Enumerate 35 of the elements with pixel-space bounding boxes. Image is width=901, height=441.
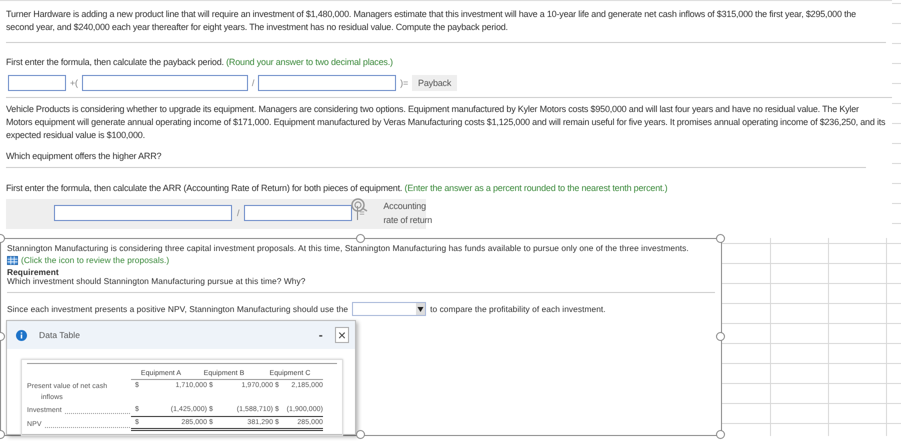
input-field[interactable] xyxy=(258,75,396,91)
info-icon xyxy=(16,330,27,340)
problem-text: Vehicle Products is considering whether to upgrade its equipment. Managers are considering two options. Equipment manufactured by Kyler Motors costs $950,000 and will last four years and have no residual value. The Kyler Motors equipment will generate annual operating income of $171,000. Equipment manufactured by Veras Manufacturing costs $1,125,000 and will remain useful for five years. It promises annual operating income of $236,250, and its expected residual value is $100,000. xyxy=(6,103,886,142)
instruction-text: First enter the formula, then calculate the ARR (Accounting Rate of Return) for both pieces of equipment. (Enter the answer as a percent rounded to the nearest tenth percent.) xyxy=(6,183,668,193)
instruction-text: First enter the formula, then calculate the payback period. (Round your answer to two decimal places.) xyxy=(6,57,394,67)
question-text: Which equipment offers the higher ARR? xyxy=(6,151,162,161)
operator-text: +( xyxy=(70,78,78,88)
review-link[interactable]: (Click the icon to review the proposals.) xyxy=(21,255,170,265)
operator-text: )= xyxy=(400,78,408,88)
dialog-title: Data Table xyxy=(39,330,81,340)
sentence-text: Since each investment presents a positive NPV, Stannington Manufacturing should use the xyxy=(7,304,348,314)
operator-text: / xyxy=(237,208,240,218)
result-label: rate of return xyxy=(383,214,432,227)
resize-handle[interactable] xyxy=(716,332,725,341)
minimize-button[interactable]: - xyxy=(318,331,323,339)
input-field[interactable] xyxy=(82,75,248,91)
result-label: Payback xyxy=(412,75,458,91)
table-icon[interactable] xyxy=(7,256,18,264)
input-field[interactable] xyxy=(244,204,352,220)
resize-handle[interactable] xyxy=(716,234,725,243)
resize-handle[interactable] xyxy=(356,430,365,439)
resize-handle[interactable] xyxy=(356,234,365,243)
close-button[interactable]: × xyxy=(334,327,349,343)
operator-text: / xyxy=(252,78,254,88)
sentence-text: to compare the profitability of each investment. xyxy=(430,304,606,314)
refresh-icon[interactable] xyxy=(349,197,369,213)
requirement-text: Which investment should Stannington Manufacturing pursue at this time? Why? xyxy=(7,277,306,286)
problem-text: Stannington Manufacturing is considering three capital investment proposals. At this time, Stannington Manufacturing has funds available to pursue only one of the three investments. xyxy=(7,243,690,253)
input-field[interactable] xyxy=(54,204,232,220)
requirement-heading: Requirement xyxy=(7,268,60,277)
problem-text: Turner Hardware is adding a new product line that will require an investment of $1,480,000. Managers estimate that this investment will have a 10-year life and generate net cash inflows of $315,000 the first year, $295,000 the second year, and $240,000 each year thereafter for eight years. The investment has no residual value. Compute the payback period. xyxy=(6,9,856,32)
resize-handle[interactable] xyxy=(716,430,725,439)
result-label: Accounting xyxy=(383,200,427,213)
input-field[interactable] xyxy=(8,75,66,91)
operator-text: = xyxy=(359,208,364,218)
